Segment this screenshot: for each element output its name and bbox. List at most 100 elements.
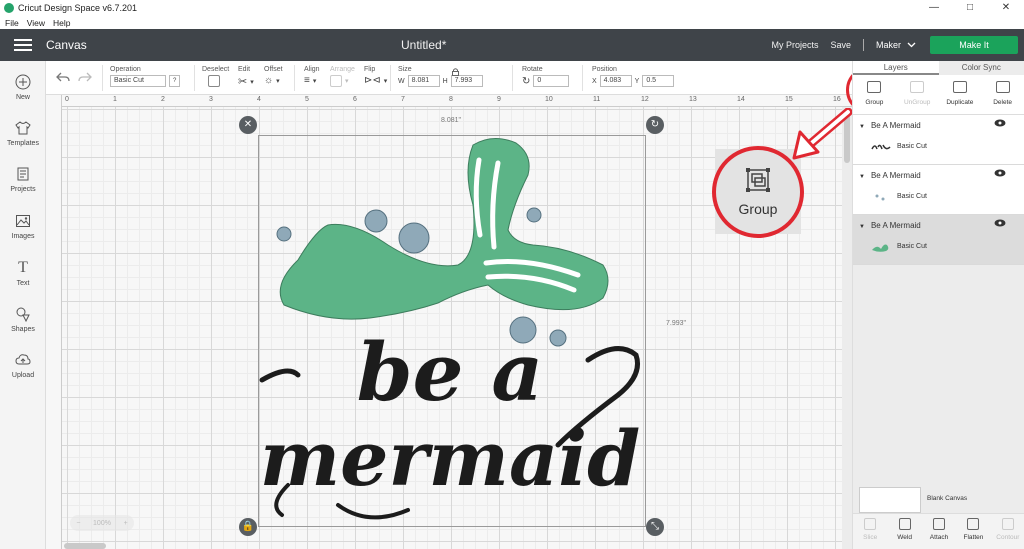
- weld-label: Weld: [897, 534, 912, 541]
- hamburger-menu-icon[interactable]: [14, 39, 32, 51]
- layer-item[interactable]: ▼ Be A Mermaid Basic Cut: [853, 215, 1024, 265]
- collapse-caret-icon[interactable]: ▼: [859, 174, 865, 180]
- document-title[interactable]: Untitled*: [401, 38, 446, 52]
- text-icon: T: [18, 259, 28, 276]
- operation-help-icon[interactable]: ?: [169, 75, 181, 87]
- operation-label: Operation: [110, 66, 141, 73]
- width-input[interactable]: 8.081: [407, 75, 440, 87]
- sidebar-item-images[interactable]: Images: [0, 212, 46, 240]
- delete-handle[interactable]: ✕: [239, 116, 257, 134]
- operation-select[interactable]: Basic Cut: [110, 75, 166, 87]
- width-label: W: [398, 77, 405, 85]
- width-dimension: 8.081": [441, 117, 462, 124]
- redo-icon[interactable]: [78, 71, 92, 83]
- arrange-icon[interactable]: [330, 75, 342, 87]
- y-input[interactable]: 0.5: [642, 75, 675, 87]
- slice-button[interactable]: Slice: [853, 514, 887, 549]
- layer-item[interactable]: ▼ Be A Mermaid Basic Cut: [853, 115, 1024, 165]
- sidebar-item-templates[interactable]: Templates: [0, 119, 46, 147]
- machine-select[interactable]: Maker: [876, 40, 916, 50]
- blank-canvas-swatch[interactable]: [859, 487, 921, 513]
- menu-view[interactable]: View: [27, 18, 45, 28]
- offset-icon[interactable]: ☼: [264, 75, 273, 86]
- zoom-out-icon[interactable]: −: [76, 520, 80, 527]
- weld-button[interactable]: Weld: [887, 514, 921, 549]
- horizontal-scrollbar[interactable]: [64, 543, 106, 549]
- sidebar-item-projects[interactable]: Projects: [0, 165, 46, 193]
- minimize-button[interactable]: —: [916, 0, 952, 16]
- align-icon[interactable]: ≡: [304, 75, 310, 86]
- projects-icon: [14, 165, 32, 183]
- toolbar-divider: [294, 65, 295, 91]
- zoom-in-icon[interactable]: +: [124, 520, 128, 527]
- duplicate-button[interactable]: Duplicate: [939, 75, 982, 114]
- layer-bottom-actions: Slice Weld Attach Flatten Contour: [853, 513, 1024, 549]
- duplicate-button-label: Duplicate: [946, 99, 974, 106]
- weld-icon: [898, 518, 911, 530]
- tab-layers[interactable]: Layers: [853, 61, 939, 75]
- undo-icon[interactable]: [56, 71, 70, 83]
- zoom-control[interactable]: − 100% +: [70, 515, 134, 531]
- ungroup-button-label: UnGroup: [903, 99, 931, 106]
- size-label: Size: [398, 66, 412, 73]
- flatten-icon: [967, 518, 980, 530]
- close-window-button[interactable]: ✕: [988, 0, 1024, 16]
- delete-button[interactable]: Delete: [981, 75, 1024, 114]
- ruler-tick-label: 14: [737, 96, 745, 103]
- save-button[interactable]: Save: [830, 40, 851, 50]
- eye-icon[interactable]: [994, 219, 1006, 227]
- resize-handle[interactable]: ⤡: [646, 518, 664, 536]
- x-input[interactable]: 4.083: [599, 75, 632, 87]
- eye-icon[interactable]: [994, 169, 1006, 177]
- vertical-scrollbar[interactable]: [842, 107, 852, 549]
- flip-icon[interactable]: ⊳⊲: [364, 75, 381, 86]
- menu-file[interactable]: File: [5, 18, 19, 28]
- maximize-button[interactable]: □: [952, 0, 988, 16]
- position-label: Position: [592, 66, 617, 73]
- group-button[interactable]: Group: [853, 75, 896, 114]
- rotate-handle[interactable]: ↻: [646, 116, 664, 134]
- layer-actions: Group UnGroup Duplicate Delete: [853, 75, 1024, 115]
- contour-button[interactable]: Contour: [991, 514, 1024, 549]
- deselect-icon[interactable]: [208, 75, 220, 87]
- sidebar-item-text[interactable]: T Text: [0, 259, 46, 287]
- delete-button-label: Delete: [993, 99, 1013, 106]
- flatten-button[interactable]: Flatten: [956, 514, 990, 549]
- make-it-button[interactable]: Make It: [930, 36, 1018, 54]
- layer-item[interactable]: ▼ Be A Mermaid Basic Cut: [853, 165, 1024, 215]
- sidebar-item-upload[interactable]: Upload: [0, 351, 46, 379]
- lock-handle[interactable]: 🔒: [239, 518, 257, 536]
- group-icon: [867, 81, 882, 93]
- attach-button[interactable]: Attach: [922, 514, 956, 549]
- deselect-control: Deselect: [202, 66, 229, 87]
- collapse-caret-icon[interactable]: ▼: [859, 124, 865, 130]
- rotate-label: Rotate: [522, 66, 543, 73]
- my-projects-link[interactable]: My Projects: [771, 40, 818, 50]
- deselect-label: Deselect: [202, 66, 230, 73]
- ruler-tick-label: 6: [353, 96, 357, 103]
- sidebar-item-new[interactable]: New: [0, 73, 46, 101]
- layer-thumbnail: [871, 144, 891, 150]
- edit-toolbar: Operation Basic Cut ? Deselect Edit ✂ ▾ O…: [46, 61, 852, 95]
- ungroup-button[interactable]: UnGroup: [896, 75, 939, 114]
- flip-label: Flip: [364, 66, 376, 73]
- cricut-logo-icon: [4, 3, 14, 13]
- arrange-control: Arrange ▾: [330, 66, 355, 87]
- scissors-icon[interactable]: ✂: [238, 75, 247, 88]
- menu-help[interactable]: Help: [53, 18, 70, 28]
- lock-aspect-icon[interactable]: [452, 68, 459, 76]
- mermaid-design[interactable]: be a mermaid: [258, 135, 646, 527]
- height-input[interactable]: 7.993: [450, 75, 483, 87]
- sidebar-item-shapes[interactable]: Shapes: [0, 305, 46, 333]
- ruler-tick-label: 13: [689, 96, 697, 103]
- upload-cloud-icon: [14, 351, 32, 369]
- slice-icon: [864, 518, 877, 530]
- toolbar-divider: [582, 65, 583, 91]
- rotate-input[interactable]: 0: [533, 75, 570, 87]
- eye-icon[interactable]: [994, 119, 1006, 127]
- sidebar-item-label: Upload: [11, 372, 35, 379]
- layer-name: ▼ Be A Mermaid: [859, 121, 921, 130]
- ruler-tick-label: 5: [305, 96, 309, 103]
- collapse-caret-icon[interactable]: ▼: [859, 224, 865, 230]
- tab-color-sync[interactable]: Color Sync: [939, 61, 1024, 75]
